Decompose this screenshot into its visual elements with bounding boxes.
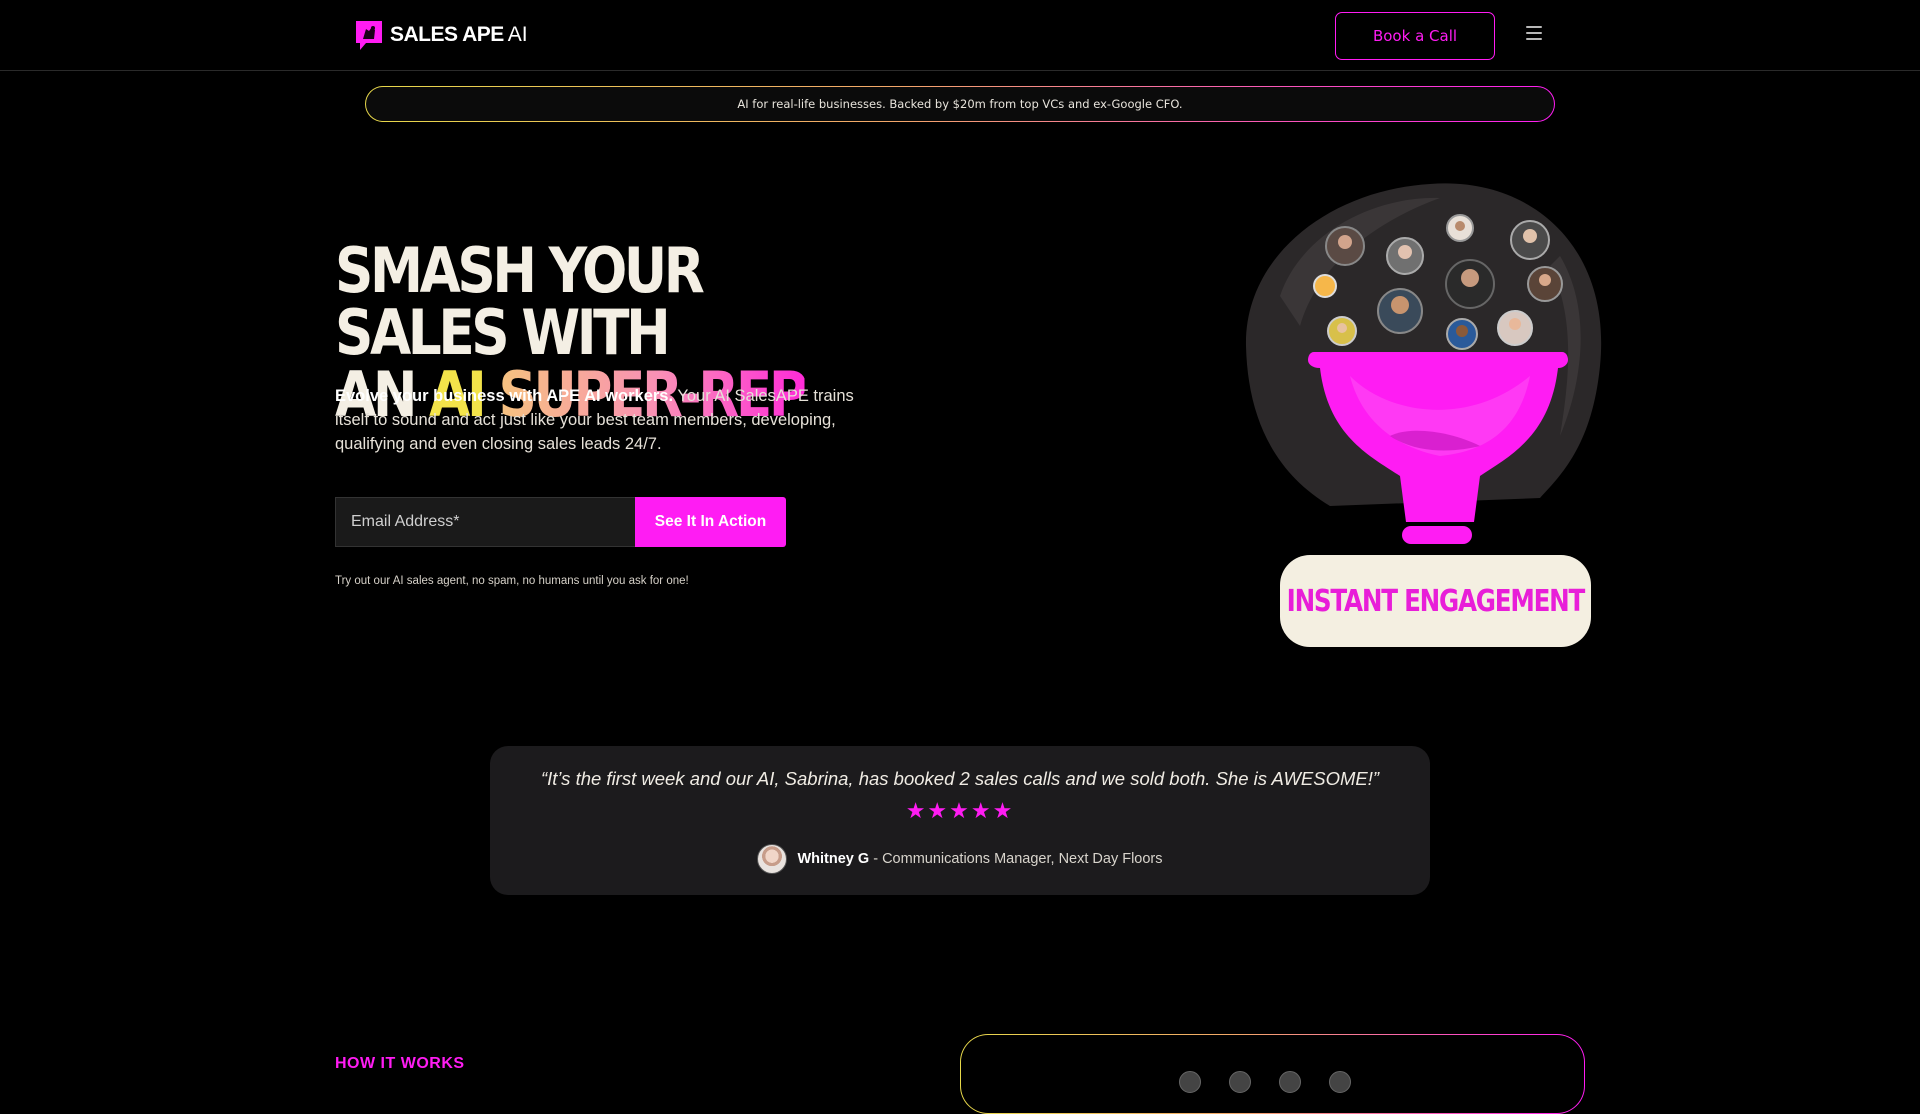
- hamburger-menu-icon[interactable]: [1526, 26, 1542, 40]
- reviewer-name: Whitney G: [797, 851, 870, 867]
- mini-avatar: [1329, 1071, 1351, 1093]
- mini-avatar: [1279, 1071, 1301, 1093]
- book-call-button[interactable]: Book a Call: [1335, 12, 1495, 60]
- mini-avatar: [1229, 1071, 1251, 1093]
- testimonial-quote: “It’s the first week and our AI, Sabrina…: [540, 768, 1380, 789]
- logo-text: SALES APE: [390, 23, 504, 46]
- mini-avatar: [1179, 1071, 1201, 1093]
- reviewer-role: - Communications Manager, Next Day Floor…: [869, 851, 1163, 867]
- rating-stars: ★★★★★: [905, 799, 1015, 824]
- instant-engagement-label: INSTANT ENGAGEMENT: [1280, 555, 1591, 647]
- testimonial-card: “It’s the first week and our AI, Sabrina…: [490, 746, 1430, 895]
- reviewer-avatar: [757, 844, 788, 874]
- reviewer-text: Whitney G - Communications Manager, Next…: [797, 851, 1162, 867]
- see-it-in-action-button[interactable]: See It In Action: [635, 497, 786, 547]
- top-nav: SALES APE AI Book a Call: [0, 0, 1920, 71]
- how-it-works-card: [960, 1034, 1585, 1114]
- reviewer: Whitney G - Communications Manager, Next…: [490, 844, 1430, 874]
- logo-icon: [354, 19, 384, 51]
- hero-title-line1: SMASH YOUR SALES WITH: [335, 234, 705, 369]
- logo-suffix: AI: [507, 23, 528, 46]
- hero-note: Try out our AI sales agent, no spam, no …: [335, 575, 689, 587]
- hero-description-bold: Evolve your business with APE AI workers…: [335, 387, 674, 405]
- logo[interactable]: SALES APE AI: [354, 18, 528, 52]
- instant-engagement-text: INSTANT ENGAGEMENT: [1286, 583, 1586, 619]
- banner-text: AI for real-life businesses. Backed by $…: [737, 97, 1183, 111]
- hero-description: Evolve your business with APE AI workers…: [335, 384, 855, 456]
- email-input[interactable]: [335, 497, 635, 547]
- how-it-works-heading: HOW IT WORKS: [335, 1055, 465, 1072]
- announcement-banner: AI for real-life businesses. Backed by $…: [365, 86, 1555, 122]
